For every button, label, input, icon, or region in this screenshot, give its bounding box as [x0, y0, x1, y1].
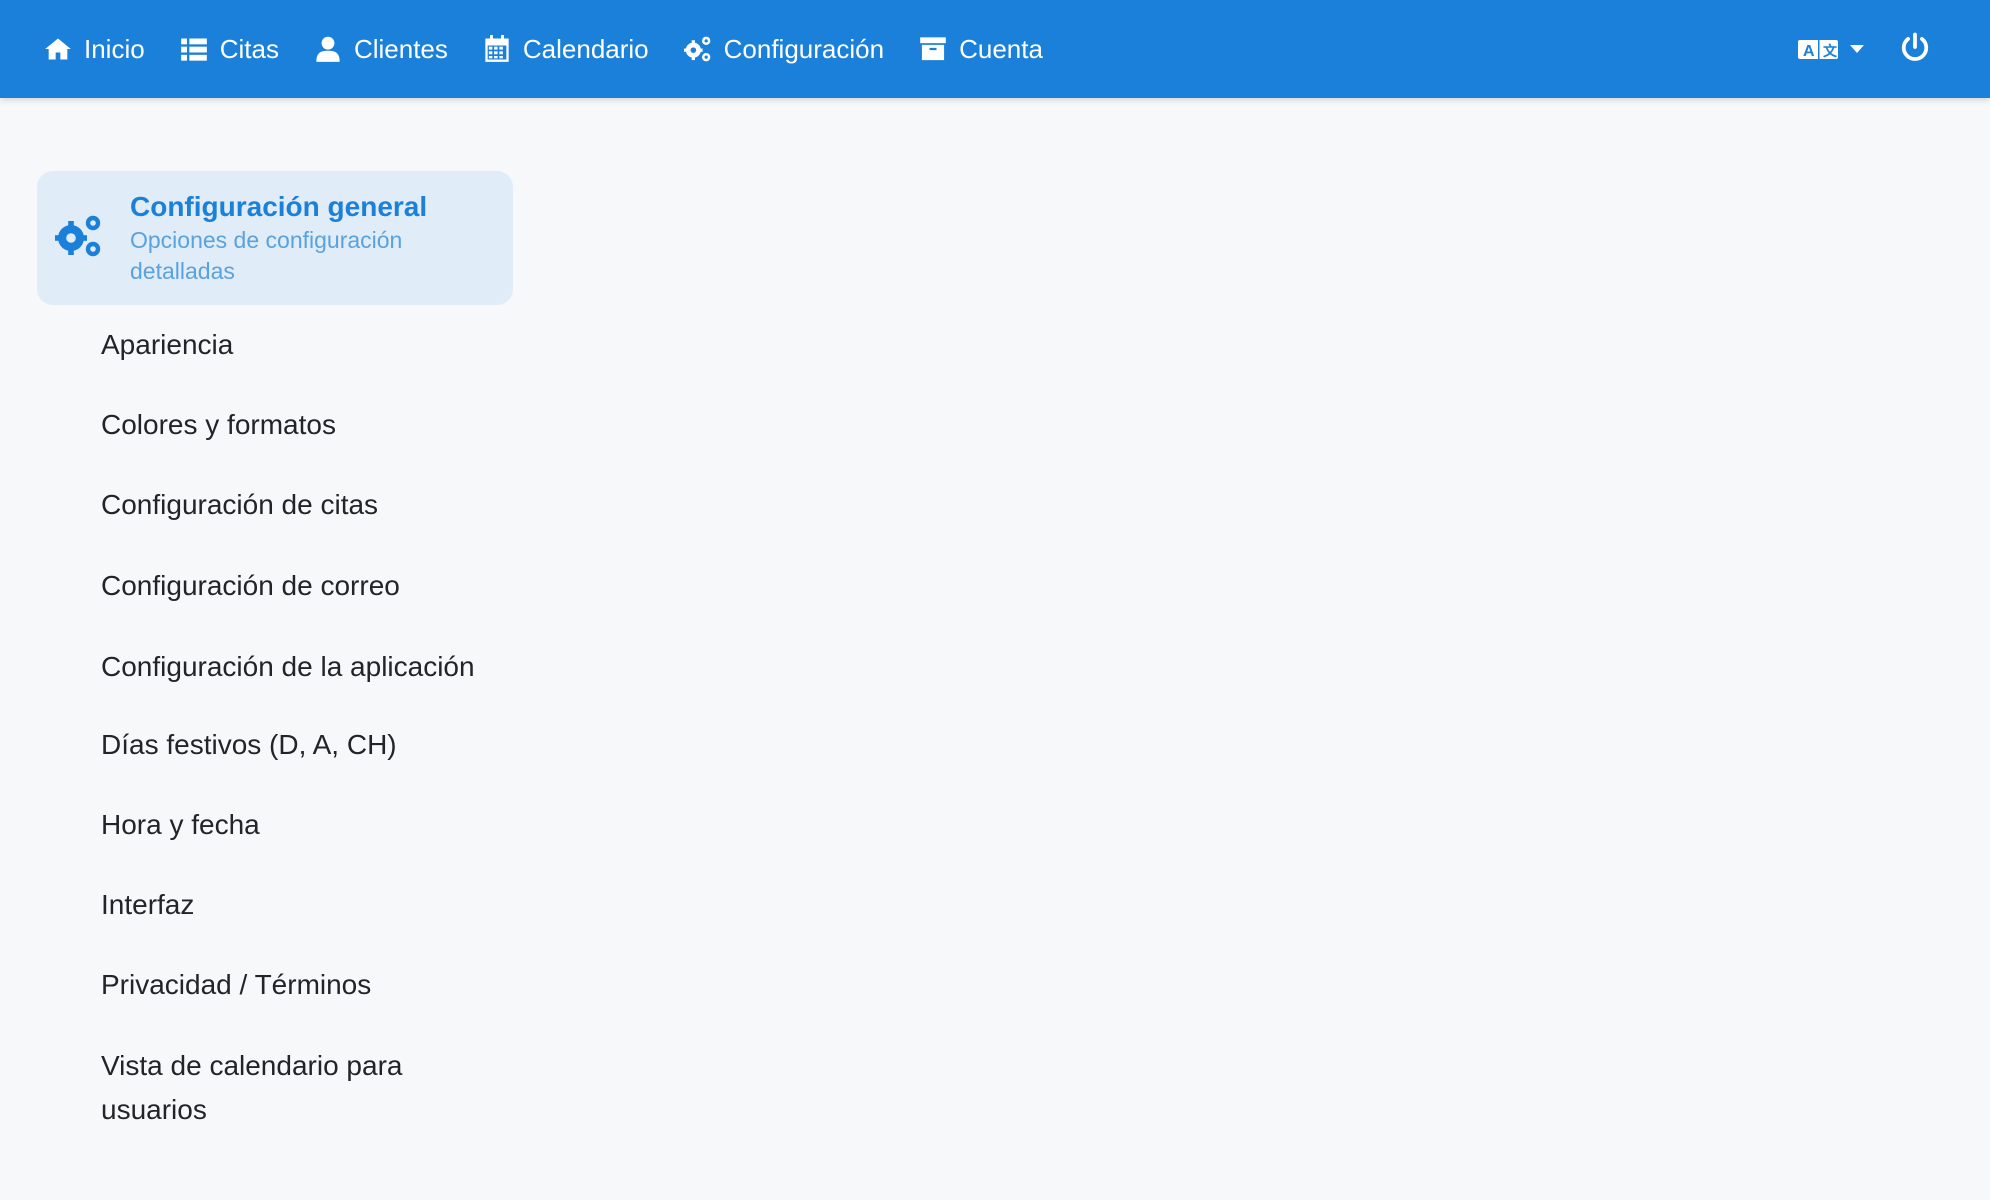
sidebar-item-citas[interactable]: Configuración de citas	[37, 483, 477, 527]
language-icon: A 文	[1798, 37, 1840, 61]
nav-clientes[interactable]: Clientes	[314, 0, 448, 98]
nav-calendario[interactable]: Calendario	[483, 0, 649, 98]
nav-calendario-label: Calendario	[522, 33, 649, 64]
archive-icon	[919, 35, 947, 63]
nav-inicio[interactable]: Inicio	[44, 0, 145, 98]
sidebar-active-text: Configuración general Opciones de config…	[130, 189, 430, 287]
nav-configuracion-label: Configuración	[723, 33, 885, 64]
sidebar-active-subtitle: Opciones de configuración detalladas	[130, 227, 403, 284]
sidebar-active-title: Configuración general	[130, 191, 428, 222]
nav-actions: A 文	[1798, 0, 1990, 98]
sidebar-item-privacidad[interactable]: Privacidad / Términos	[37, 963, 477, 1007]
sidebar-item-colores[interactable]: Colores y formatos	[37, 403, 477, 447]
sidebar-item-hora-fecha[interactable]: Hora y fecha	[37, 803, 477, 847]
home-icon	[44, 35, 72, 63]
settings-menu: Apariencia Colores y formatos Configurac…	[37, 323, 513, 1132]
top-navbar: Inicio Citas Clientes Calendario Configu…	[0, 0, 1990, 98]
nav-menu: Inicio Citas Clientes Calendario Configu…	[0, 0, 1078, 98]
cogs-icon	[55, 214, 103, 262]
sidebar-item-vista-calendario[interactable]: Vista de calendario para usuarios	[37, 1044, 477, 1132]
nav-cuenta[interactable]: Cuenta	[919, 0, 1043, 98]
svg-text:A: A	[1803, 43, 1815, 60]
nav-inicio-label: Inicio	[84, 33, 145, 64]
language-dropdown[interactable]: A 文	[1798, 37, 1864, 61]
sidebar-item-correo[interactable]: Configuración de correo	[37, 564, 477, 608]
sidebar-item-aplicacion[interactable]: Configuración de la aplicación	[37, 645, 477, 689]
svg-text:文: 文	[1823, 43, 1838, 60]
nav-citas[interactable]: Citas	[180, 0, 279, 98]
nav-cuenta-label: Cuenta	[959, 33, 1043, 64]
sidebar-active-general[interactable]: Configuración general Opciones de config…	[37, 171, 513, 305]
sidebar-item-interfaz[interactable]: Interfaz	[37, 883, 477, 927]
nav-clientes-label: Clientes	[353, 33, 448, 64]
nav-citas-label: Citas	[219, 33, 279, 64]
sidebar-item-festivos[interactable]: Días festivos (D, A, CH)	[37, 723, 477, 767]
logout-button[interactable]	[1900, 32, 1930, 67]
cogs-icon	[683, 35, 712, 63]
settings-sidebar: Configuración general Opciones de config…	[37, 171, 513, 1132]
chevron-down-icon	[1850, 45, 1864, 53]
power-icon	[1900, 32, 1930, 67]
user-icon	[314, 35, 342, 63]
list-icon	[180, 35, 208, 63]
calendar-icon	[483, 35, 511, 63]
nav-configuracion[interactable]: Configuración	[683, 0, 885, 98]
sidebar-item-apariencia[interactable]: Apariencia	[37, 323, 477, 367]
